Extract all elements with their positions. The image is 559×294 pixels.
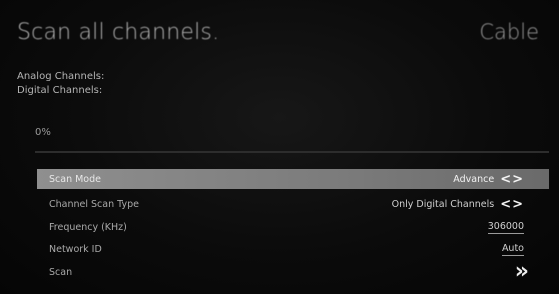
setting-row-network-id[interactable]: Network ID Auto: [37, 239, 549, 259]
analog-channels-label: Analog Channels:: [17, 71, 105, 82]
frequency-input[interactable]: 306000: [487, 221, 524, 234]
setting-value[interactable]: 306000: [487, 221, 524, 234]
double-chevron-right-icon[interactable]: »: [515, 261, 529, 283]
setting-label: Network ID: [49, 243, 102, 255]
setting-value[interactable]: Only Digital Channels <>: [392, 197, 524, 212]
left-right-arrows-icon[interactable]: <>: [500, 172, 524, 187]
network-id-input[interactable]: Auto: [501, 243, 524, 256]
setting-row-scan[interactable]: Scan »: [37, 261, 549, 283]
signal-source-label: Cable: [479, 20, 539, 44]
left-right-arrows-icon[interactable]: <>: [500, 197, 524, 212]
setting-value[interactable]: Advance <>: [453, 172, 524, 187]
scan-mode-value: Advance: [453, 173, 495, 185]
setting-row-channel-scan-type[interactable]: Channel Scan Type Only Digital Channels …: [37, 194, 549, 214]
setting-value[interactable]: »: [515, 261, 529, 283]
setting-row-scan-mode[interactable]: Scan Mode Advance <>: [37, 169, 549, 189]
scan-progress-bar: [35, 151, 549, 153]
scan-progress-percent: 0%: [35, 127, 51, 138]
setting-label: Scan Mode: [49, 173, 101, 185]
setting-label: Channel Scan Type: [49, 198, 139, 210]
digital-channels-label: Digital Channels:: [17, 85, 103, 96]
setting-label: Scan: [49, 266, 73, 278]
channel-scan-type-value: Only Digital Channels: [391, 198, 495, 210]
setting-value[interactable]: Auto: [501, 243, 524, 256]
setting-label: Frequency (KHz): [49, 221, 127, 233]
page-title: Scan all channels.: [17, 20, 220, 45]
setting-row-frequency[interactable]: Frequency (KHz) 306000: [37, 217, 549, 237]
scan-screen: Scan all channels. Cable Analog Channels…: [0, 0, 559, 294]
